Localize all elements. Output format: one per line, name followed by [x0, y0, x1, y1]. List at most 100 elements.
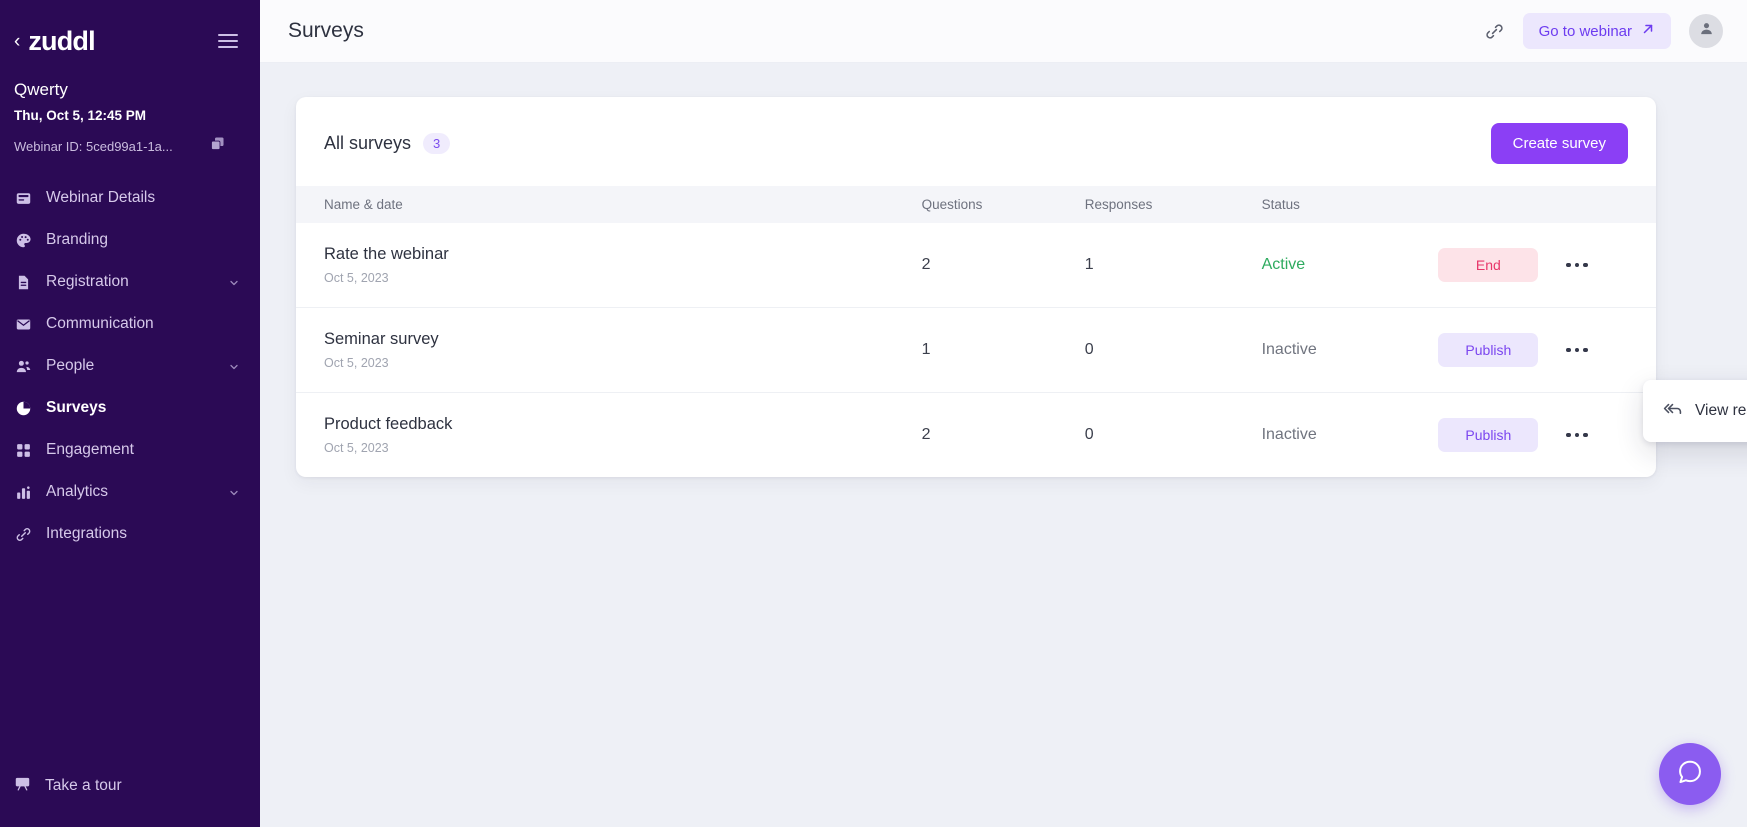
- survey-name: Seminar survey: [324, 330, 439, 348]
- table-header-row: Name & date Questions Responses Status: [296, 186, 1656, 223]
- sidebar-item-surveys[interactable]: Surveys: [0, 387, 260, 429]
- cell-name: Product feedback Oct 5, 2023: [296, 393, 922, 478]
- card-header: All surveys 3 Create survey: [296, 97, 1656, 186]
- cell-responses: 1: [1084, 223, 1262, 308]
- link-icon: [14, 525, 32, 543]
- survey-date: Oct 5, 2023: [324, 271, 389, 285]
- help-chat-button[interactable]: [1659, 743, 1721, 805]
- menu-item-label: View responses: [1695, 402, 1747, 419]
- webinar-id: Webinar ID: 5ced99a1-1a...: [14, 138, 173, 154]
- survey-name: Product feedback: [324, 415, 453, 433]
- people-icon: [14, 357, 32, 375]
- sidebar-item-integrations[interactable]: Integrations: [0, 513, 260, 555]
- content-area: All surveys 3 Create survey Name & date …: [260, 63, 1747, 827]
- palette-icon: [14, 231, 32, 249]
- survey-date: Oct 5, 2023: [324, 441, 389, 455]
- table-row[interactable]: Product feedback Oct 5, 2023 2 0 Inactiv…: [296, 393, 1656, 478]
- document-icon: [14, 273, 32, 291]
- chevron-down-icon[interactable]: [228, 360, 240, 372]
- sidebar-item-webinar-details[interactable]: Webinar Details: [0, 177, 260, 219]
- collapse-back-icon[interactable]: ‹: [12, 32, 22, 51]
- survey-count-badge: 3: [423, 132, 451, 155]
- surveys-card: All surveys 3 Create survey Name & date …: [296, 97, 1656, 477]
- kebab-menu-icon[interactable]: [1562, 427, 1592, 444]
- cell-questions: 2: [921, 426, 931, 443]
- link-icon[interactable]: [1484, 21, 1505, 42]
- event-datetime: Thu, Oct 5, 12:45 PM: [14, 108, 147, 123]
- sidebar-item-label: People: [46, 357, 95, 374]
- kebab-menu-icon[interactable]: [1562, 257, 1592, 274]
- sidebar-footer: Take a tour: [0, 767, 260, 827]
- take-a-tour-label: Take a tour: [45, 777, 122, 794]
- cell-status: Inactive: [1262, 393, 1439, 478]
- go-to-webinar-button[interactable]: Go to webinar: [1522, 13, 1671, 49]
- topbar: Surveys Go to webinar: [260, 0, 1747, 63]
- sidebar-item-label: Branding: [46, 231, 109, 248]
- sidebar-item-label: Communication: [46, 315, 154, 332]
- brand[interactable]: ‹ zuddl: [12, 25, 96, 56]
- sidebar: ‹ zuddl Qwerty Thu, Oct 5, 12:45 PM Webi…: [0, 0, 260, 827]
- zuddl-logo: zuddl: [28, 25, 95, 56]
- column-header-actions: [1438, 186, 1656, 223]
- go-to-webinar-label: Go to webinar: [1538, 22, 1632, 40]
- sidebar-item-label: Webinar Details: [46, 189, 156, 206]
- cell-responses: 0: [1084, 426, 1094, 443]
- survey-name: Rate the webinar: [324, 245, 449, 263]
- table-body: Rate the webinar Oct 5, 2023 2 1 Active …: [296, 223, 1656, 477]
- kebab-menu-icon[interactable]: [1562, 342, 1592, 359]
- page-title: Surveys: [288, 19, 364, 42]
- status-badge: Inactive: [1261, 426, 1317, 443]
- grid-icon: [14, 441, 32, 459]
- sidebar-item-label: Surveys: [46, 399, 107, 416]
- table-row[interactable]: Seminar survey Oct 5, 2023 1 0 Inactive …: [296, 307, 1656, 393]
- cell-actions: Publish: [1438, 393, 1656, 478]
- sidebar-item-branding[interactable]: Branding: [0, 219, 260, 261]
- menu-item-view-responses[interactable]: View responses: [1643, 392, 1747, 430]
- app-root: ‹ zuddl Qwerty Thu, Oct 5, 12:45 PM Webi…: [0, 0, 1747, 827]
- cell-questions: 1: [921, 307, 1085, 393]
- chevron-down-icon[interactable]: [228, 486, 240, 498]
- cell-questions: 2: [921, 223, 1085, 308]
- chevron-down-icon[interactable]: [228, 276, 240, 288]
- table-row[interactable]: Rate the webinar Oct 5, 2023 2 1 Active …: [296, 223, 1656, 308]
- sidebar-item-label: Integrations: [46, 525, 127, 542]
- create-survey-button[interactable]: Create survey: [1490, 123, 1628, 164]
- user-icon: [1698, 20, 1715, 42]
- chat-bubble-icon: [1676, 758, 1704, 791]
- sidebar-item-people[interactable]: People: [0, 345, 260, 387]
- row-context-menu: View responses: [1643, 380, 1747, 442]
- copy-icon[interactable]: [209, 135, 226, 157]
- main-area: Surveys Go to webinar All surveys 3 Crea…: [260, 0, 1747, 827]
- sidebar-item-label: Registration: [46, 273, 129, 290]
- sidebar-item-engagement[interactable]: Engagement: [0, 429, 260, 471]
- card-title: All surveys: [324, 133, 412, 153]
- cell-status: Inactive: [1261, 307, 1439, 393]
- cell-responses: 0: [1084, 307, 1262, 393]
- hamburger-icon[interactable]: [218, 26, 238, 56]
- event-meta: Qwerty Thu, Oct 5, 12:45 PM Webinar ID: …: [0, 62, 260, 157]
- avatar[interactable]: [1689, 14, 1723, 48]
- publish-survey-button[interactable]: Publish: [1438, 418, 1539, 452]
- webinar-id-row: Webinar ID: 5ced99a1-1a...: [14, 135, 244, 157]
- end-survey-button[interactable]: End: [1438, 248, 1539, 282]
- sidebar-item-registration[interactable]: Registration: [0, 261, 260, 303]
- publish-survey-button[interactable]: Publish: [1438, 333, 1539, 367]
- event-name: Qwerty: [14, 80, 68, 99]
- sidebar-nav: Webinar Details Branding Registration Co…: [0, 177, 260, 767]
- status-badge: Inactive: [1261, 341, 1317, 358]
- arrow-up-right-icon: [1641, 22, 1655, 40]
- column-header-responses: Responses: [1084, 186, 1262, 223]
- topbar-actions: Go to webinar: [1484, 13, 1723, 49]
- status-badge: Active: [1261, 256, 1306, 273]
- cell-status: Active: [1261, 223, 1439, 308]
- column-header-questions: Questions: [921, 186, 1085, 223]
- table-head: Name & date Questions Responses Status: [296, 186, 1656, 223]
- card-title-group: All surveys 3: [324, 132, 451, 155]
- sidebar-header: ‹ zuddl: [0, 0, 260, 62]
- column-header-name: Name & date: [296, 186, 922, 223]
- take-a-tour-button[interactable]: Take a tour: [14, 767, 246, 805]
- envelope-icon: [14, 315, 32, 333]
- sidebar-item-analytics[interactable]: Analytics: [0, 471, 260, 513]
- cell-actions: End: [1438, 223, 1656, 308]
- sidebar-item-communication[interactable]: Communication: [0, 303, 260, 345]
